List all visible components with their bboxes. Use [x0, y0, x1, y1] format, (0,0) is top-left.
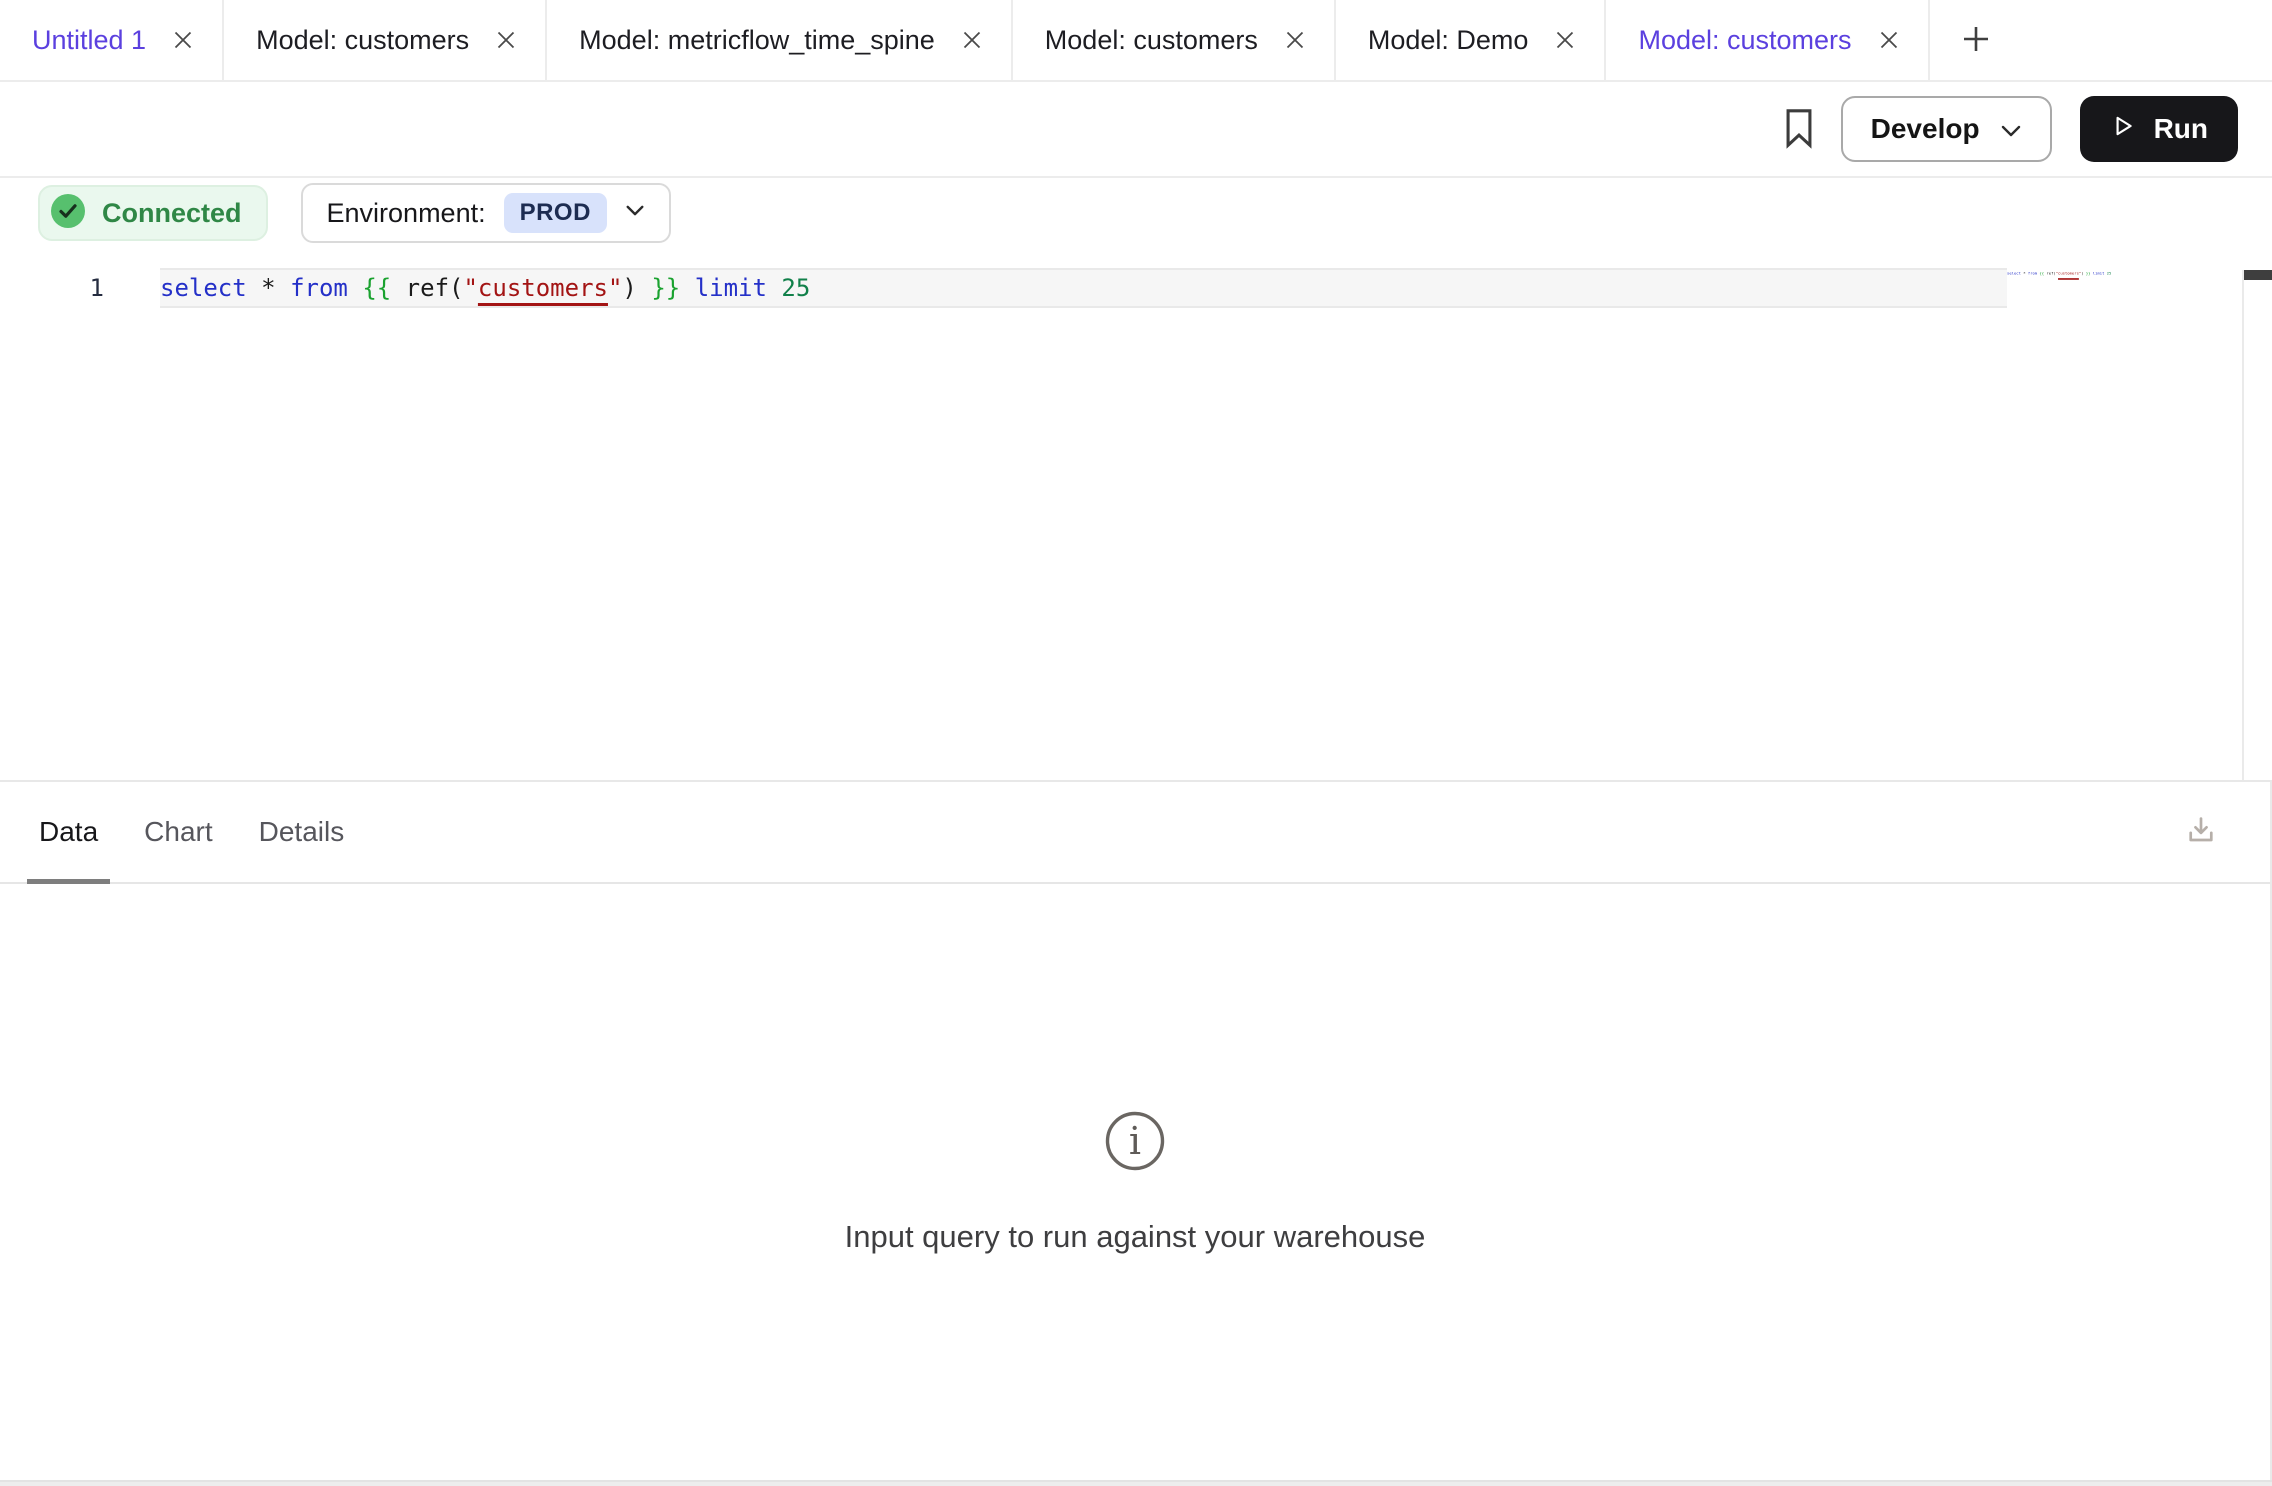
toolbar: Develop Run [0, 82, 2272, 178]
download-button[interactable] [2182, 812, 2220, 853]
check-icon [50, 193, 86, 234]
code-token: limit [695, 274, 767, 302]
environment-dropdown[interactable]: Environment: PROD [301, 183, 671, 243]
editor-tab[interactable]: Model: customers [224, 0, 547, 80]
code-editor[interactable]: 1 select * from {{ ref("customers") }} l… [0, 248, 2272, 782]
code-token: " [608, 274, 622, 302]
code-area[interactable]: select * from {{ ref("customers") }} lim… [160, 268, 2007, 780]
code-line[interactable]: select * from {{ ref("customers") }} lim… [160, 268, 2007, 308]
code-token: ref( [2046, 271, 2055, 275]
code-token [247, 274, 261, 302]
minimap[interactable]: select * from {{ ref("customers") }} lim… [2007, 262, 2242, 762]
bookmark-button[interactable] [1785, 107, 1813, 152]
editor-tab[interactable]: Model: Demo [1336, 0, 1607, 80]
close-icon[interactable] [170, 27, 196, 53]
results-tab-label: Details [259, 816, 345, 848]
editor-tab[interactable]: Model: metricflow_time_spine [547, 0, 1013, 80]
code-token [348, 274, 362, 302]
code-token: from [2028, 271, 2037, 275]
develop-button-label: Develop [1871, 113, 1980, 145]
code-token: select [160, 274, 247, 302]
play-icon [2110, 112, 2136, 147]
run-button[interactable]: Run [2080, 96, 2238, 162]
tab-label: Untitled 1 [32, 25, 146, 56]
svg-text:i: i [1129, 1119, 1141, 1163]
plus-icon [1959, 22, 1993, 59]
code-token: 25 [781, 274, 810, 302]
info-icon: i [1104, 1110, 1166, 1177]
code-token [391, 274, 405, 302]
code-token: " [463, 274, 477, 302]
editor-tab[interactable]: Model: customers [1013, 0, 1336, 80]
code-token: * [261, 274, 275, 302]
environment-value-badge: PROD [504, 193, 607, 233]
results-tab-bar: Data Chart Details [0, 782, 2270, 884]
close-icon[interactable] [493, 27, 519, 53]
code-token [767, 274, 781, 302]
code-token: {{ [362, 274, 391, 302]
ref-link: customers [2058, 271, 2079, 275]
close-icon[interactable] [959, 27, 985, 53]
connection-status-badge: Connected [38, 185, 268, 241]
chevron-down-icon [2000, 113, 2022, 145]
bottom-edge [0, 1480, 2272, 1486]
scrollbar-thumb[interactable] [2244, 270, 2272, 280]
code-token: }} [651, 274, 680, 302]
connection-status-label: Connected [102, 198, 242, 229]
code-token: ) [622, 274, 636, 302]
code-token: from [290, 274, 348, 302]
code-token [637, 274, 651, 302]
tab-label: Model: Demo [1368, 25, 1529, 56]
tab-label: Model: metricflow_time_spine [579, 25, 935, 56]
develop-button[interactable]: Develop [1841, 96, 2052, 162]
results-tab[interactable]: Data [27, 782, 110, 882]
tab-bar: Untitled 1 Model: customers Model: metri… [0, 0, 2272, 82]
empty-results-state: i Input query to run against your wareho… [0, 884, 2270, 1480]
code-token: ref( [406, 274, 464, 302]
tab-label: Model: customers [1045, 25, 1258, 56]
line-number: 1 [0, 268, 104, 308]
tab-label: Model: customers [1638, 25, 1851, 56]
download-icon [2182, 812, 2220, 853]
code-token [276, 274, 290, 302]
bookmark-icon [1785, 107, 1813, 152]
results-panel: Data Chart Details i Input query to run … [0, 782, 2272, 1480]
ref-link[interactable]: customers [478, 274, 608, 302]
minimap-code-line: select * from {{ ref("customers") }} lim… [2007, 271, 2111, 275]
close-icon[interactable] [1552, 27, 1578, 53]
status-bar: Connected Environment: PROD [0, 178, 2272, 248]
close-icon[interactable] [1282, 27, 1308, 53]
editor-tab[interactable]: Untitled 1 [0, 0, 224, 80]
code-token: limit [2093, 271, 2105, 275]
line-number-gutter: 1 [0, 268, 160, 780]
run-button-label: Run [2154, 113, 2208, 145]
results-tab[interactable]: Chart [132, 782, 224, 882]
code-token: select [2007, 271, 2021, 275]
chevron-down-icon [625, 204, 645, 222]
environment-label: Environment: [327, 198, 486, 229]
tab-bar-spacer [2022, 0, 2272, 80]
results-tab-label: Data [39, 816, 98, 848]
empty-state-message: Input query to run against your warehous… [845, 1219, 1426, 1255]
new-tab-button[interactable] [1930, 0, 2022, 80]
results-tabs-container: Data Chart Details [27, 782, 378, 882]
close-icon[interactable] [1876, 27, 1902, 53]
editor-tab[interactable]: Model: customers [1606, 0, 1929, 80]
code-token [680, 274, 694, 302]
tab-label: Model: customers [256, 25, 469, 56]
ide-window: Untitled 1 Model: customers Model: metri… [0, 0, 2272, 1486]
editor-scrollbar[interactable] [2242, 270, 2272, 780]
code-token: 25 [2107, 271, 2112, 275]
results-tab[interactable]: Details [247, 782, 357, 882]
tabs-container: Untitled 1 Model: customers Model: metri… [0, 0, 1930, 80]
results-tab-label: Chart [144, 816, 212, 848]
